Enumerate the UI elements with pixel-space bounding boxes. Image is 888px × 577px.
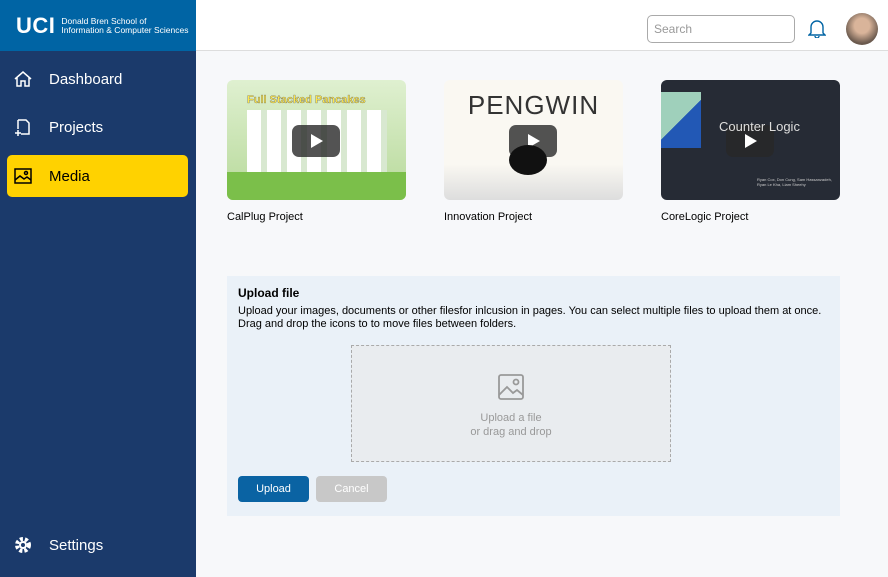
sidebar-item-media[interactable]: Media (7, 155, 188, 197)
video-thumbnail[interactable]: PENGWIN (444, 80, 623, 200)
video-thumbnail[interactable]: Counter Logic Ryan Cox, Don Cung, Sam Ha… (661, 80, 840, 200)
video-thumbnail[interactable]: Full Stacked Pancakes (227, 80, 406, 200)
search-input[interactable]: Search (647, 15, 795, 43)
home-icon (14, 71, 32, 87)
logo[interactable]: UCI Donald Bren School of Information & C… (0, 0, 196, 51)
upload-panel: Upload file Upload your images, document… (227, 276, 840, 516)
projects-icon (15, 119, 30, 136)
media-card[interactable]: Full Stacked Pancakes CalPlug Project (227, 80, 406, 223)
sidebar: UCI Donald Bren School of Information & C… (0, 0, 196, 577)
sidebar-item-projects[interactable]: Projects (7, 106, 188, 148)
image-icon (498, 374, 524, 400)
sidebar-item-settings[interactable]: Settings (7, 524, 188, 566)
avatar[interactable] (846, 13, 878, 45)
drop-zone[interactable]: Upload a file or drag and drop (351, 345, 671, 462)
upload-button[interactable]: Upload (238, 476, 309, 502)
gear-icon (15, 537, 31, 553)
media-card[interactable]: PENGWIN Innovation Project (444, 80, 623, 223)
sidebar-item-dashboard[interactable]: Dashboard (7, 58, 188, 100)
image-icon (14, 168, 32, 184)
header: Search (196, 0, 888, 51)
cancel-button[interactable]: Cancel (316, 476, 387, 502)
play-icon[interactable] (292, 125, 340, 157)
bell-icon[interactable] (808, 18, 826, 38)
media-card[interactable]: Counter Logic Ryan Cox, Don Cung, Sam Ha… (661, 80, 840, 223)
upload-title: Upload file (238, 286, 300, 300)
upload-description: Upload your images, documents or other f… (238, 305, 822, 330)
